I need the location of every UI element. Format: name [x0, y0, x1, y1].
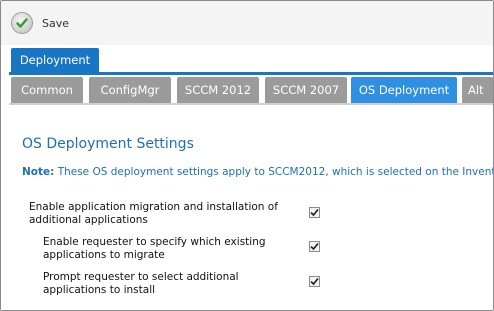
checkmark-icon [310, 208, 319, 217]
option-select-additional-checkbox[interactable] [309, 276, 320, 287]
settings-panel: OS Deployment Settings Note: These OS de… [1, 105, 493, 310]
option-enable-migration-checkbox[interactable] [309, 207, 320, 218]
note-text: Note: These OS deployment settings apply… [22, 166, 494, 178]
note-label: Note: [22, 166, 55, 178]
tab-deployment[interactable]: Deployment [11, 48, 99, 72]
option-specify-existing-checkbox[interactable] [309, 241, 320, 252]
option-line: additional applications [29, 214, 148, 226]
option-line: Enable requester to specify which existi… [43, 236, 266, 248]
option-specify-existing-label: Enable requester to specify which existi… [43, 236, 266, 262]
tab-sccm-2012[interactable]: SCCM 2012 [177, 77, 259, 103]
option-line: applications to migrate [43, 249, 165, 261]
save-label: Save [42, 16, 70, 30]
save-button[interactable]: Save [11, 11, 69, 35]
checkmark-icon [310, 242, 319, 251]
option-line: Enable application migration and install… [29, 201, 278, 213]
tab-configmgr[interactable]: ConfigMgr [89, 77, 171, 103]
tab-sccm-2007[interactable]: SCCM 2007 [265, 77, 347, 103]
tab-os-deployment[interactable]: OS Deployment [351, 77, 457, 103]
tab-alt[interactable]: Alt [462, 77, 493, 103]
option-enable-migration-label: Enable application migration and install… [29, 201, 278, 227]
section-title: OS Deployment Settings [22, 136, 194, 152]
secondary-tab-bar: Common ConfigMgr SCCM 2012 SCCM 2007 OS … [1, 75, 493, 105]
toolbar: Save [1, 1, 493, 45]
tab-common[interactable]: Common [11, 77, 83, 103]
note-body: These OS deployment settings apply to SC… [57, 166, 494, 178]
option-line: Prompt requester to select additional [43, 271, 239, 283]
option-line: applications to install [43, 284, 156, 296]
checkmark-icon [310, 277, 319, 286]
checkmark-circle-icon [11, 12, 33, 34]
window-frame: Save Deployment Common ConfigMgr SCCM 20… [0, 0, 494, 311]
option-select-additional-label: Prompt requester to select additional ap… [43, 271, 239, 297]
